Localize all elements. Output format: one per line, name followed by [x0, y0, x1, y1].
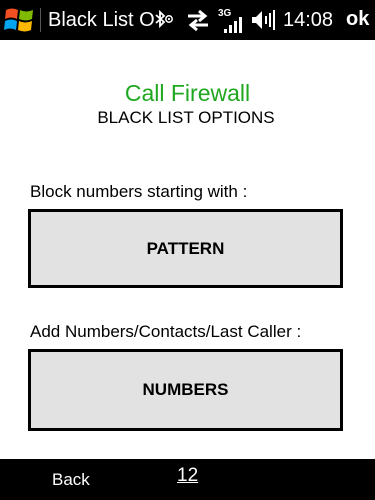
- softkey-bar: Back 12: [0, 459, 375, 500]
- ok-button[interactable]: ok: [346, 8, 369, 30]
- status-bar: Black List O 3G 14:08 ok: [0, 0, 375, 40]
- back-softkey[interactable]: Back: [52, 470, 90, 490]
- pattern-button-label: PATTERN: [146, 238, 225, 258]
- status-divider: [40, 8, 41, 32]
- window-title: Black List O: [48, 9, 155, 31]
- bluetooth-icon: [152, 7, 178, 33]
- volume-icon: [250, 7, 276, 33]
- windows-start-icon[interactable]: [3, 4, 37, 36]
- data-transfer-icon: [185, 7, 211, 33]
- clock-time: 14:08: [283, 9, 334, 31]
- numbers-button[interactable]: NUMBERS: [28, 349, 343, 431]
- pattern-button[interactable]: PATTERN: [28, 209, 343, 288]
- app-title: Call Firewall: [124, 80, 251, 106]
- numbers-button-label: NUMBERS: [142, 380, 229, 399]
- screen: Black List O 3G 14:08 ok Call Firewall B…: [0, 0, 375, 500]
- keyboard-toggle[interactable]: 12: [177, 465, 198, 487]
- pattern-label: Block numbers starting with :: [30, 182, 248, 201]
- network-type-label: 3G: [218, 8, 232, 19]
- signal-strength-icon: 3G: [216, 7, 246, 33]
- numbers-label: Add Numbers/Contacts/Last Caller :: [30, 322, 302, 341]
- section-subtitle: BLACK LIST OPTIONS: [97, 108, 275, 127]
